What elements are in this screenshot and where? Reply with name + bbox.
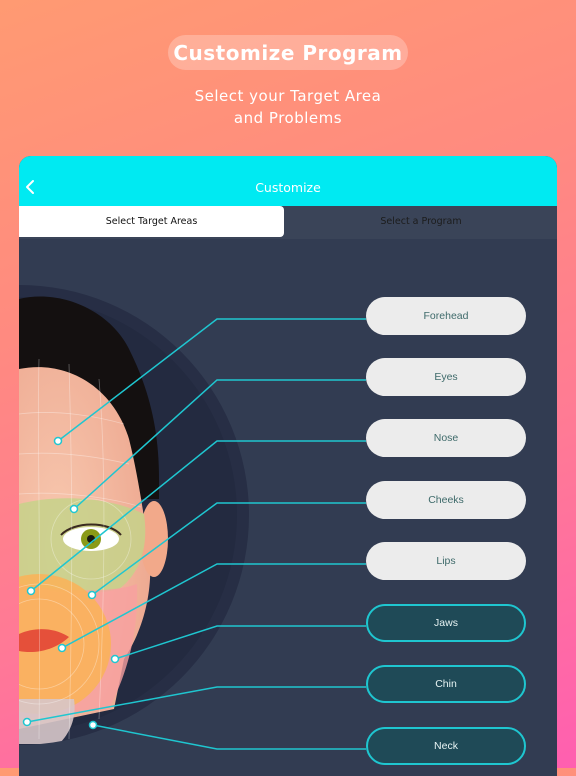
target-dot-lips[interactable] <box>57 643 67 653</box>
header-title: Customize <box>255 180 321 195</box>
target-dot-chin[interactable] <box>22 717 32 727</box>
target-dot-cheeks[interactable] <box>87 590 97 600</box>
target-dot-forehead[interactable] <box>53 436 63 446</box>
target-dot-eyes[interactable] <box>69 504 79 514</box>
promo-subtitle-line1: Select your Target Area <box>194 87 382 105</box>
app-window: Customize Select Target Areas Select a P… <box>19 156 557 776</box>
connector-line-neck <box>92 724 366 750</box>
nav-header: Customize <box>19 156 557 208</box>
area-button-cheeks[interactable]: Cheeks <box>366 481 526 519</box>
tab-select-target-areas[interactable]: Select Target Areas <box>19 206 284 237</box>
tab-select-program[interactable]: Select a Program <box>285 206 557 237</box>
area-button-forehead[interactable]: Forehead <box>366 297 526 335</box>
target-dot-neck[interactable] <box>88 720 98 730</box>
target-dot-nose[interactable] <box>26 586 36 596</box>
target-dot-jaws[interactable] <box>110 654 120 664</box>
area-button-neck[interactable]: Neck <box>366 727 526 765</box>
area-button-nose[interactable]: Nose <box>366 419 526 457</box>
segmented-tabs: Select Target Areas Select a Program <box>19 206 557 239</box>
target-area-stage: Forehead Eyes Nose Cheeks Lips Jaws Chin… <box>19 239 557 776</box>
promo-subtitle-line2: and Problems <box>233 109 343 127</box>
promo-title: Customize Program <box>168 35 408 70</box>
area-button-chin[interactable]: Chin <box>366 665 526 703</box>
area-button-lips[interactable]: Lips <box>366 542 526 580</box>
area-button-eyes[interactable]: Eyes <box>366 358 526 396</box>
area-button-jaws[interactable]: Jaws <box>366 604 526 642</box>
